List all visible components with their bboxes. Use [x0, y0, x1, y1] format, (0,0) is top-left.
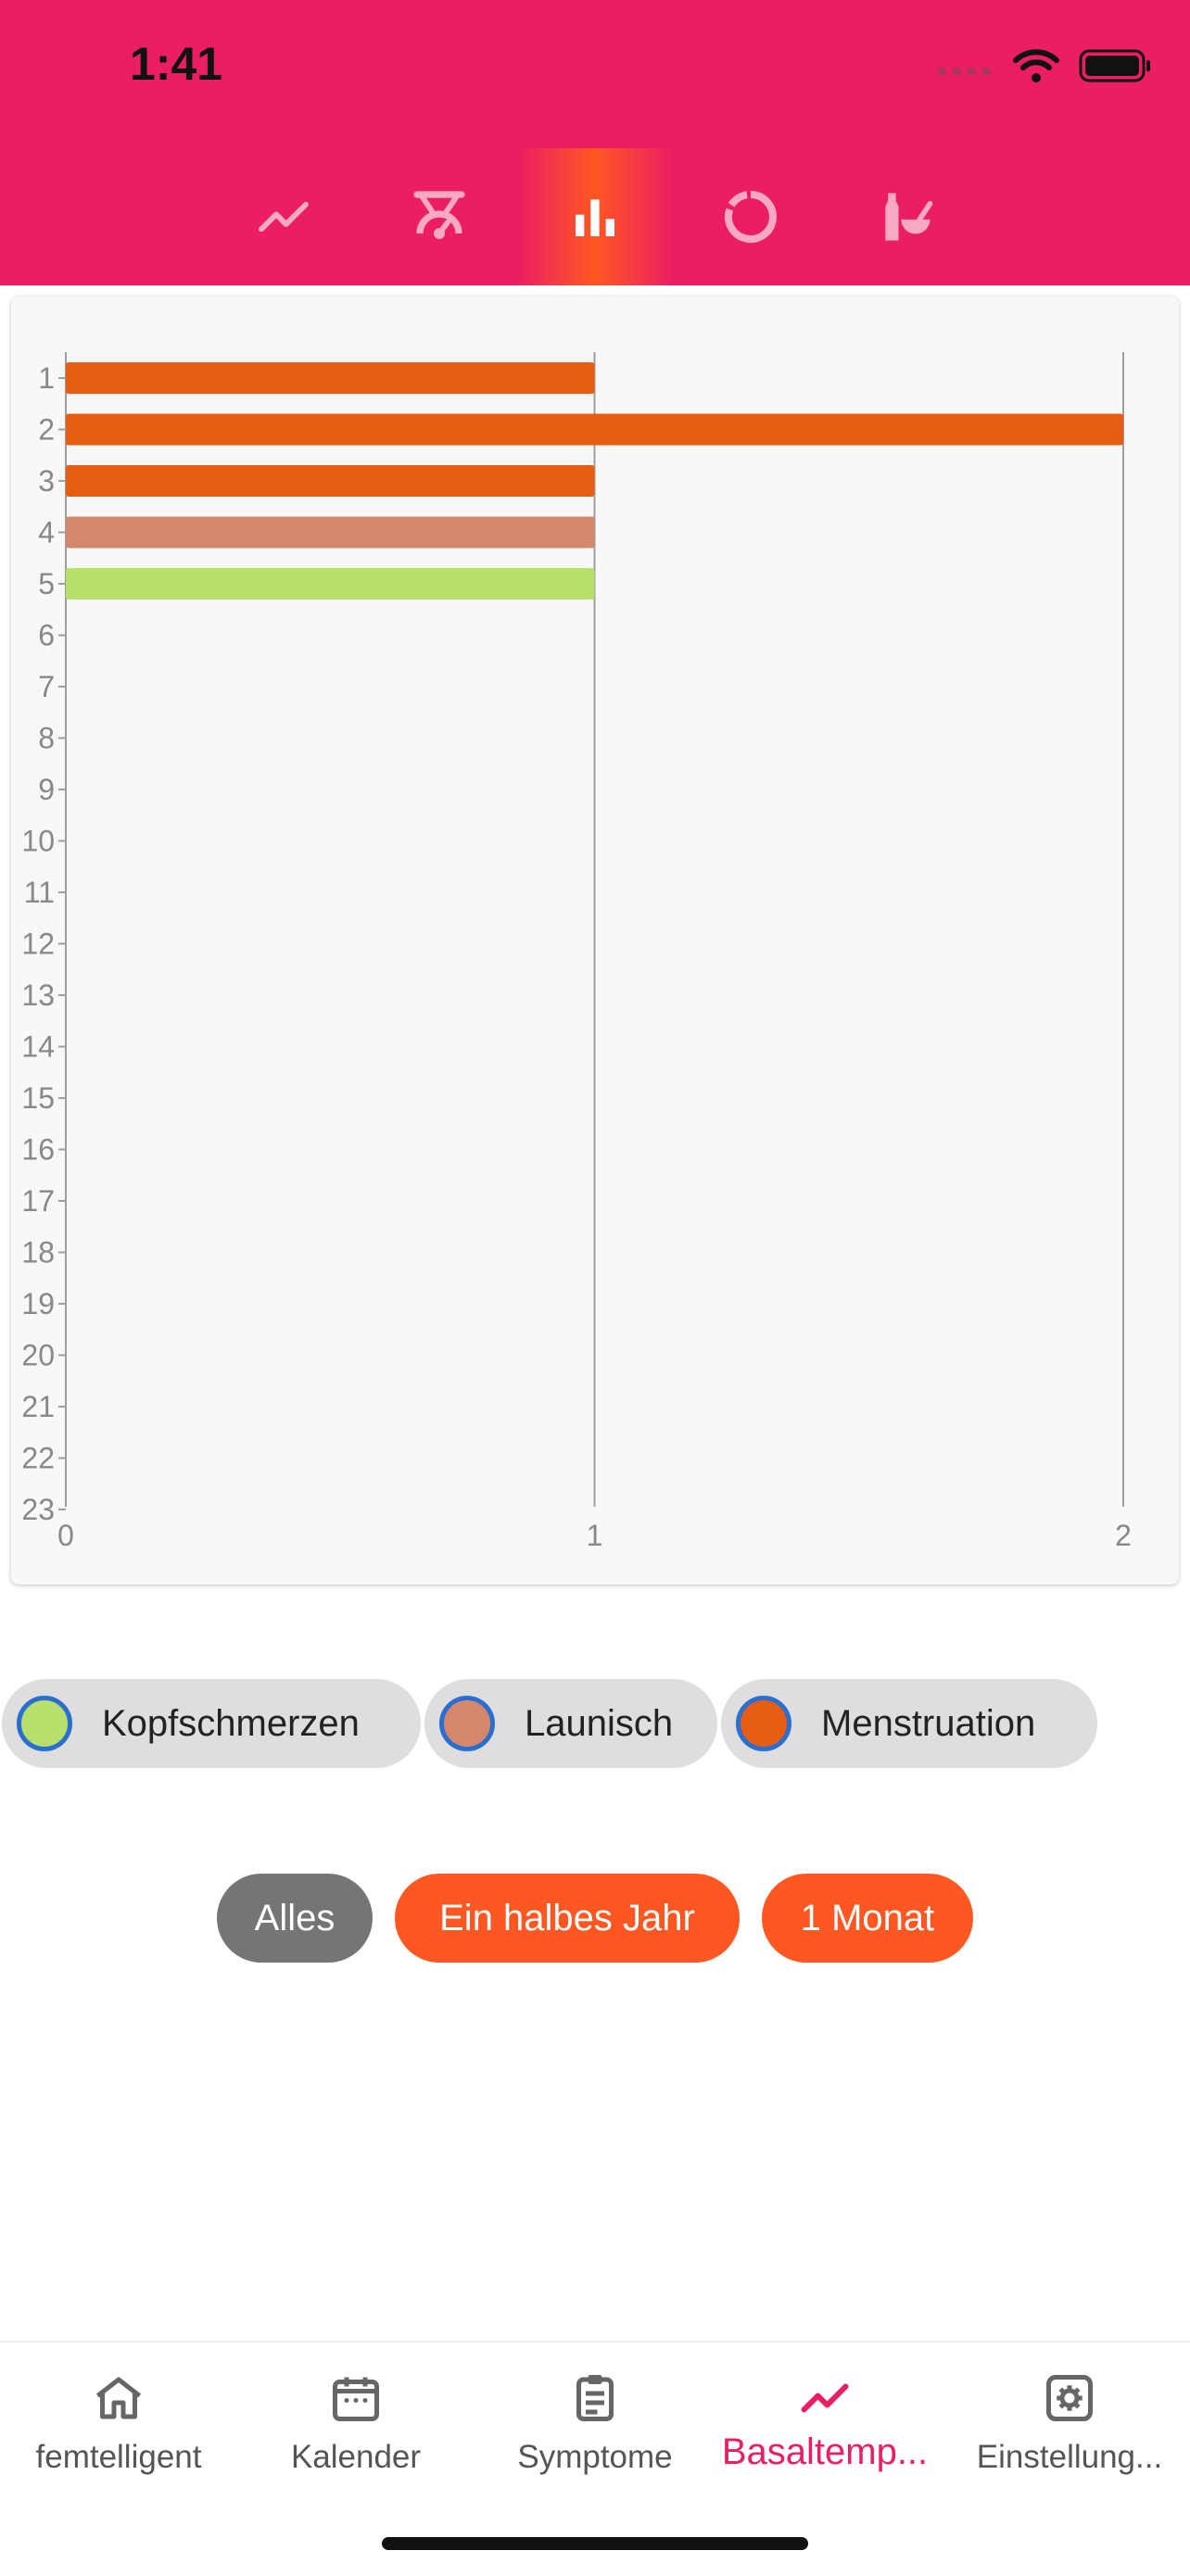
nav-item-einstellungen[interactable]: Einstellung... — [951, 2342, 1188, 2500]
calendar-icon — [333, 2377, 379, 2421]
y-tick-label: 9 — [38, 773, 55, 806]
legend: Kopfschmerzen Launisch Menstruation — [0, 1679, 1190, 1768]
nav-item-femtelligent[interactable]: femtelligent — [0, 2342, 237, 2500]
tab-medication[interactable] — [829, 148, 984, 285]
bar-kopfschmerzen — [66, 568, 595, 600]
legend-dot — [736, 1696, 791, 1751]
y-tick-label: 5 — [38, 567, 55, 600]
y-tick-label: 16 — [21, 1133, 55, 1167]
bar-menstruation — [66, 465, 595, 497]
range-button-halbes-jahr[interactable]: Ein halbes Jahr — [395, 1874, 740, 1963]
legend-chip-launisch[interactable]: Launisch — [424, 1679, 717, 1768]
y-tick-label: 8 — [38, 722, 55, 755]
nav-item-symptome[interactable]: Symptome — [476, 2342, 714, 2500]
y-tick-label: 21 — [21, 1390, 55, 1423]
tab-bar-chart[interactable] — [517, 148, 673, 285]
bar-menstruation — [66, 413, 1123, 446]
bar-chart-icon — [576, 199, 614, 236]
chart-svg: 0 1 21234567891011121314151617181920212223 — [21, 352, 1132, 1552]
y-tick-label: 17 — [21, 1184, 55, 1218]
wifi-icon — [1013, 49, 1059, 82]
nav-item-kalender[interactable]: Kalender — [237, 2342, 475, 2500]
legend-label: Launisch — [525, 1702, 674, 1744]
y-tick-label: 18 — [21, 1236, 55, 1269]
battery-icon — [1079, 49, 1150, 82]
y-tick-label: 14 — [21, 1030, 55, 1064]
tab-ring-chart[interactable] — [673, 148, 829, 285]
y-tick-label: 23 — [21, 1493, 55, 1526]
nav-label: Symptome — [517, 2439, 673, 2475]
status-time: 1:41 — [130, 38, 223, 90]
trend-icon — [801, 2383, 849, 2413]
x-tick-label: 0 — [57, 1519, 74, 1552]
legend-label: Menstruation — [821, 1702, 1036, 1744]
y-tick-label: 4 — [38, 516, 55, 549]
y-tick-label: 10 — [21, 825, 55, 858]
symptom-bar-chart: 0 1 2 1 2 3 4 5 6 7 8 9 10 11 12 13 14 15 16 17 18 19 20 21 22 23 — [11, 297, 1179, 1585]
y-tick-label: 11 — [24, 876, 55, 909]
ring-chart-icon — [724, 191, 777, 243]
legend-dot — [439, 1696, 495, 1751]
nav-label: Einstellung... — [976, 2439, 1163, 2475]
settings-icon — [1046, 2375, 1093, 2421]
signal-icon — [938, 68, 991, 75]
nav-label: Kalender — [290, 2439, 422, 2475]
y-tick-label: 1 — [38, 361, 55, 395]
legend-chip-kopfschmerzen[interactable]: Kopfschmerzen — [2, 1679, 421, 1768]
thermometer-gauge-icon — [413, 191, 465, 239]
nav-item-basaltemperatur[interactable]: Basaltemp... — [706, 2342, 943, 2500]
y-tick-label: 2 — [38, 413, 55, 447]
x-tick-label: 2 — [1115, 1519, 1132, 1552]
legend-dot — [17, 1696, 72, 1751]
x-tick-label: 1 — [587, 1519, 603, 1552]
status-icons — [938, 43, 1153, 89]
y-tick-label: 19 — [21, 1287, 55, 1320]
legend-chip-menstruation[interactable]: Menstruation — [721, 1679, 1097, 1768]
line-chart-icon — [259, 201, 309, 233]
y-tick-label: 15 — [21, 1081, 55, 1115]
y-tick-label: 7 — [38, 670, 55, 703]
y-tick-label: 3 — [38, 464, 55, 498]
y-tick-label: 20 — [21, 1339, 55, 1372]
y-tick-label: 12 — [21, 928, 55, 961]
clipboard-icon — [576, 2375, 614, 2421]
home-indicator — [382, 2537, 808, 2550]
legend-label: Kopfschmerzen — [102, 1702, 360, 1744]
y-tick-label: 22 — [21, 1442, 55, 1475]
home-icon — [95, 2377, 142, 2419]
chart-tab-bar — [0, 148, 1190, 285]
tab-thermometer[interactable] — [361, 148, 517, 285]
y-tick-label: 13 — [21, 979, 55, 1012]
tab-line-chart[interactable] — [206, 148, 361, 285]
range-button-1-monat[interactable]: 1 Monat — [762, 1874, 973, 1963]
time-range-selector: Alles Ein halbes Jahr 1 Monat — [0, 1874, 1190, 1963]
range-button-alles[interactable]: Alles — [217, 1874, 373, 1963]
bar-launisch — [66, 516, 595, 549]
bar-menstruation — [66, 362, 595, 394]
y-tick-label: 6 — [38, 619, 55, 652]
app-header: 1:41 — [0, 0, 1190, 285]
bottle-mortar-icon — [885, 193, 933, 241]
nav-label: Basaltemp... — [721, 2431, 929, 2472]
nav-label: femtelligent — [35, 2439, 202, 2475]
